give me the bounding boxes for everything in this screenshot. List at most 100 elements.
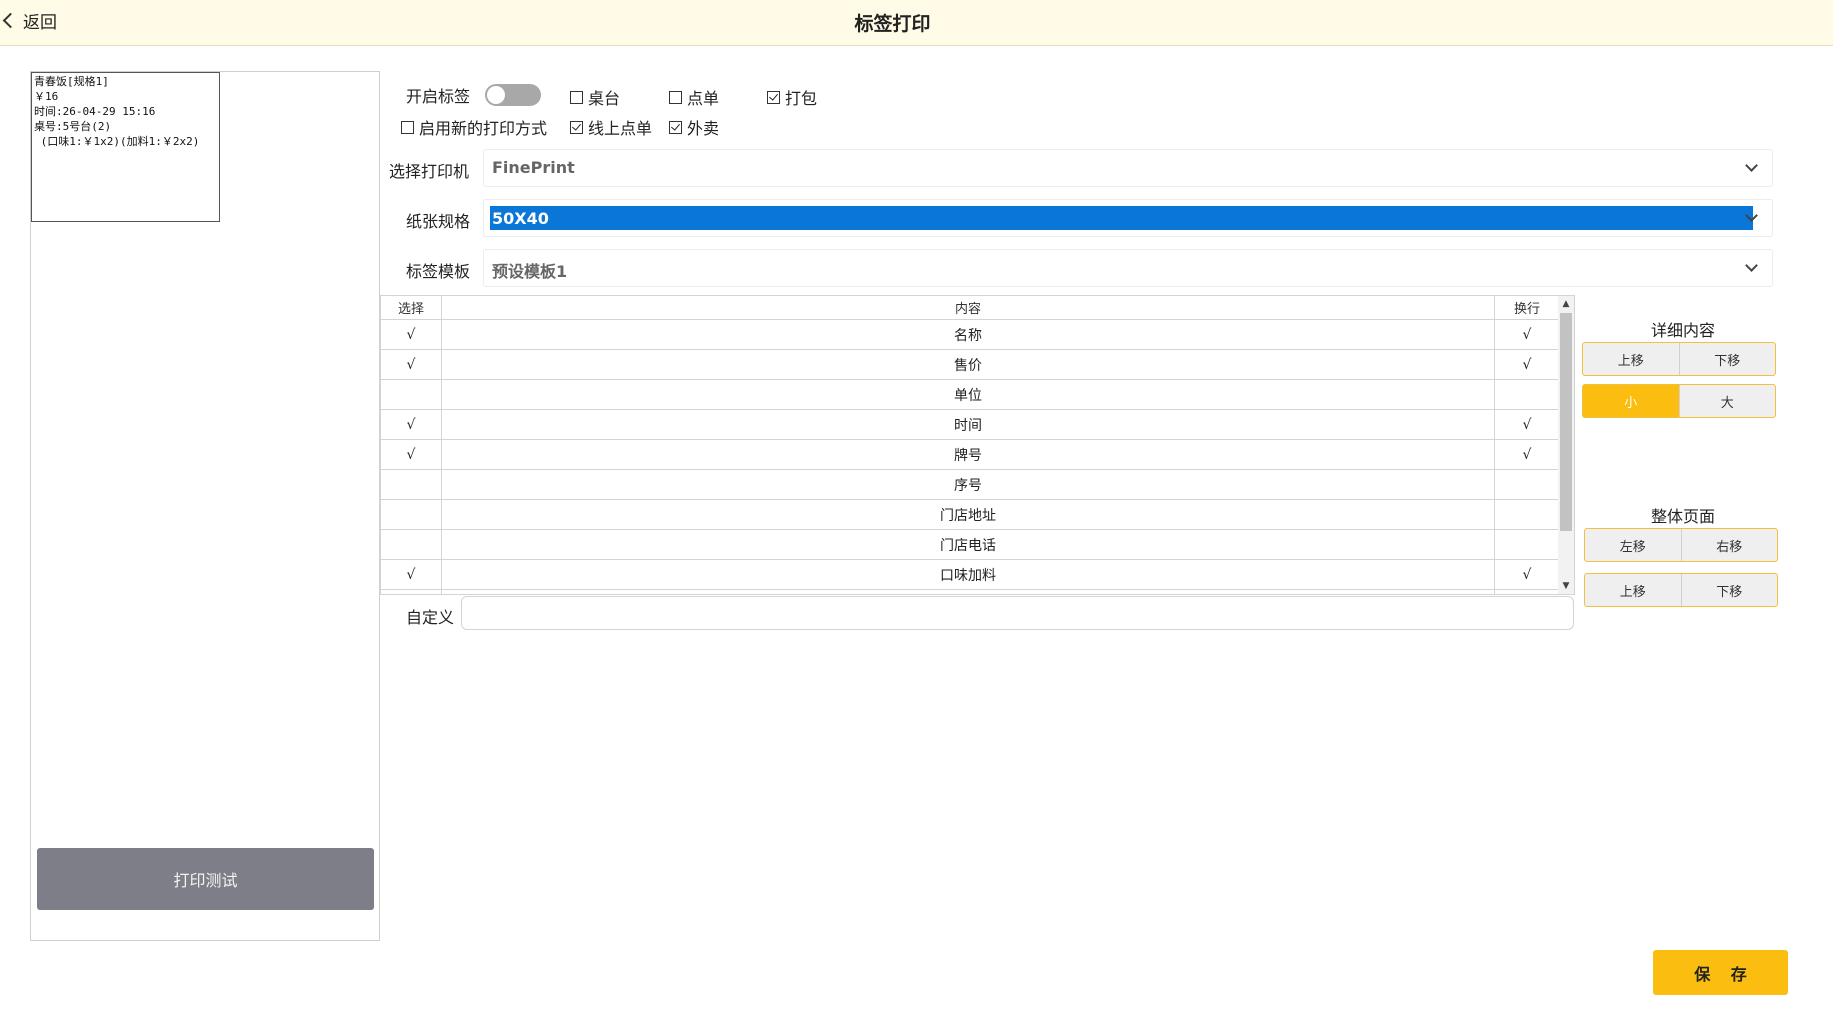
template-label: 标签模板 <box>406 262 471 281</box>
page-vertical-group: 上移 下移 <box>1584 573 1778 607</box>
row-content: 时间 <box>442 410 1495 439</box>
detail-move-group: 上移 下移 <box>1582 342 1776 376</box>
takeout-checkbox[interactable]: 外卖 <box>669 115 719 139</box>
table-row[interactable]: √ 售价 √ <box>381 350 1559 380</box>
row-content: 牌号 <box>442 440 1495 469</box>
preview-line: ￥16 <box>34 90 59 103</box>
header-bar: 返回 标签打印 <box>0 0 1833 46</box>
row-wrap: √ <box>1522 326 1532 343</box>
label-preview: 青春饭[规格1] ￥16 时间:26-04-29 15:16 桌号:5号台(2)… <box>31 72 220 222</box>
table-row[interactable]: √ 名称 √ <box>381 320 1559 350</box>
row-wrap: √ <box>1522 356 1532 373</box>
preview-line: 青春饭[规格1] <box>34 75 109 88</box>
chevron-down-icon <box>1745 159 1758 172</box>
page-title: 标签打印 <box>854 13 931 35</box>
printer-select[interactable]: FinePrint <box>483 149 1773 187</box>
selection-highlight <box>490 206 1753 230</box>
fields-table: 选择 内容 换行 √ 名称 √ √ 售价 √ 单位 √ 时间 √ √ 牌号 √ … <box>380 295 1575 595</box>
row-select: √ <box>381 440 442 469</box>
table-row[interactable]: √ 牌号 √ <box>381 440 1559 470</box>
row-select: √ <box>381 410 442 439</box>
table-header: 选择 内容 换行 <box>381 296 1559 320</box>
row-content: 门店地址 <box>442 500 1495 529</box>
table-scrollbar[interactable]: ▲ ▼ <box>1558 296 1574 594</box>
row-wrap <box>1495 590 1559 594</box>
scroll-thumb[interactable] <box>1560 313 1572 531</box>
row-wrap: √ <box>1522 446 1532 463</box>
row-select <box>381 470 442 499</box>
row-content: 售价 <box>442 350 1495 379</box>
table-row[interactable]: √ 口味加料 √ <box>381 560 1559 590</box>
table-checkbox[interactable]: 桌台 <box>570 85 620 109</box>
table-row[interactable]: 序号 <box>381 470 1559 500</box>
preview-line: 桌号:5号台(2) <box>34 120 112 133</box>
online-order-checkbox-label: 线上点单 <box>588 119 653 138</box>
paper-value: 50X40 <box>492 209 549 228</box>
row-select <box>381 500 442 529</box>
template-select[interactable]: 预设模板1 <box>483 249 1773 287</box>
page-move-up-button[interactable]: 上移 <box>1585 574 1681 606</box>
detail-size-group: 小 大 <box>1582 384 1776 418</box>
row-content: 名称 <box>442 320 1495 349</box>
new-print-checkbox[interactable]: 启用新的打印方式 <box>401 115 547 139</box>
header-select: 选择 <box>381 296 442 319</box>
checkbox-box <box>570 120 583 134</box>
custom-label: 自定义 <box>406 608 455 627</box>
check-icon <box>572 120 581 131</box>
header-content: 内容 <box>442 296 1495 319</box>
printer-value: FinePrint <box>492 158 575 177</box>
table-row[interactable]: √ 时间 √ <box>381 410 1559 440</box>
row-wrap <box>1495 380 1559 409</box>
enable-label-toggle[interactable] <box>485 84 542 106</box>
scroll-down-arrow-icon[interactable]: ▼ <box>1558 578 1574 594</box>
printer-label: 选择打印机 <box>389 162 470 181</box>
row-wrap: √ <box>1522 416 1532 433</box>
check-icon <box>671 120 680 131</box>
row-select <box>381 590 442 594</box>
size-large-button[interactable]: 大 <box>1678 385 1776 417</box>
checkbox-box <box>401 120 414 134</box>
table-row[interactable] <box>381 590 1559 594</box>
row-wrap <box>1495 470 1559 499</box>
order-checkbox[interactable]: 点单 <box>669 85 719 109</box>
page-group-title: 整体页面 <box>1650 507 1715 526</box>
table-checkbox-label: 桌台 <box>588 89 621 108</box>
enable-label-row: 开启标签 <box>406 83 542 107</box>
save-button[interactable]: 保 存 <box>1653 950 1788 995</box>
detail-move-up-button[interactable]: 上移 <box>1583 343 1679 375</box>
pack-checkbox-label: 打包 <box>785 89 818 108</box>
table-row[interactable]: 单位 <box>381 380 1559 410</box>
chevron-down-icon <box>1745 259 1758 272</box>
detail-move-down-button[interactable]: 下移 <box>1678 343 1776 375</box>
enable-label-text: 开启标签 <box>406 87 471 106</box>
row-select: √ <box>381 350 442 379</box>
order-checkbox-label: 点单 <box>687 89 720 108</box>
custom-input[interactable] <box>461 596 1574 630</box>
size-small-button[interactable]: 小 <box>1583 385 1679 417</box>
table-row[interactable]: 门店地址 <box>381 500 1559 530</box>
scroll-up-arrow-icon[interactable]: ▲ <box>1558 296 1574 312</box>
row-wrap <box>1495 500 1559 529</box>
takeout-checkbox-label: 外卖 <box>687 119 720 138</box>
paper-select[interactable]: 50X40 <box>483 199 1773 237</box>
checkbox-box <box>767 90 780 104</box>
row-select: √ <box>381 320 442 349</box>
new-print-checkbox-label: 启用新的打印方式 <box>419 119 548 138</box>
template-value: 预设模板1 <box>492 262 568 281</box>
row-content: 门店电话 <box>442 530 1495 559</box>
row-select <box>381 380 442 409</box>
row-content: 口味加料 <box>442 560 1495 589</box>
page-horizontal-group: 左移 右移 <box>1584 528 1778 562</box>
page-move-left-button[interactable]: 左移 <box>1585 529 1681 561</box>
preview-line: 时间:26-04-29 15:16 <box>34 105 156 118</box>
print-test-button[interactable]: 打印测试 <box>37 848 374 910</box>
detail-title: 详细内容 <box>1650 321 1715 340</box>
row-content: 单位 <box>442 380 1495 409</box>
row-select: √ <box>381 560 442 589</box>
online-order-checkbox[interactable]: 线上点单 <box>570 115 652 139</box>
table-row[interactable]: 门店电话 <box>381 530 1559 560</box>
row-content <box>442 590 1495 594</box>
pack-checkbox[interactable]: 打包 <box>767 85 817 109</box>
page-move-down-button[interactable]: 下移 <box>1680 574 1778 606</box>
page-move-right-button[interactable]: 右移 <box>1680 529 1778 561</box>
